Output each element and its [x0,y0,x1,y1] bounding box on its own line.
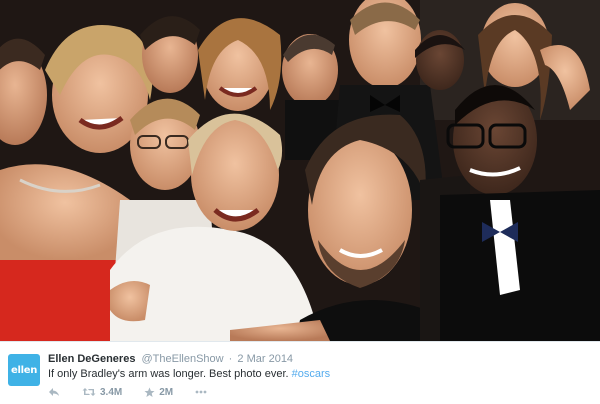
retweet-button[interactable]: 3.4M [82,387,122,398]
photo-illustration [0,0,600,341]
more-icon [195,390,207,394]
favorite-button[interactable]: 2M [144,387,173,398]
retweet-count: 3.4M [100,386,123,398]
tweet-date[interactable]: 2 Mar 2014 [237,353,293,365]
tweet-text: If only Bradley's arm was longer. Best p… [48,368,330,380]
avatar[interactable]: ellen [8,354,40,386]
tweet-actions: 3.4M 2M [48,385,229,399]
separator: · [228,353,233,365]
selfie-photo[interactable] [0,0,600,341]
tweet-card: ellen Ellen DeGeneres @TheEllenShow · 2 … [0,341,600,404]
favorite-count: 2M [159,386,174,398]
hashtag-link[interactable]: #oscars [292,368,331,380]
tweet-header: Ellen DeGeneres @TheEllenShow · 2 Mar 20… [48,353,293,365]
retweet-icon [82,388,96,396]
reply-button[interactable] [48,387,60,397]
avatar-text: ellen [10,364,38,376]
reply-icon [49,388,59,396]
more-button[interactable] [195,390,207,394]
star-icon [144,387,155,397]
user-handle[interactable]: @TheEllenShow [142,353,224,365]
tweet-body: If only Bradley's arm was longer. Best p… [48,368,289,380]
display-name[interactable]: Ellen DeGeneres [48,353,135,365]
